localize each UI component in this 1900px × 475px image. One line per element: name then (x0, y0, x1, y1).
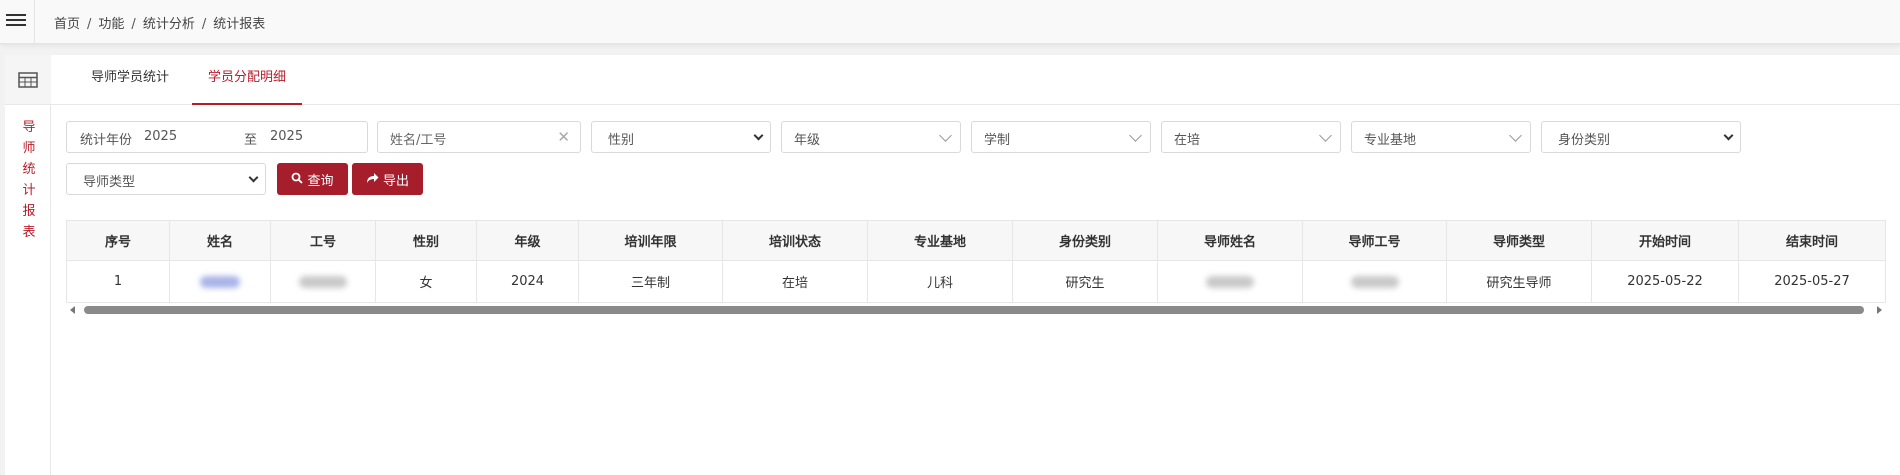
clear-icon[interactable]: ✕ (557, 128, 570, 146)
identity-select[interactable]: 身份类别 (1541, 121, 1741, 153)
year-range-separator: 至 (244, 133, 258, 148)
column-header[interactable]: 性别 (375, 220, 477, 261)
year-to-input[interactable]: 2025 (270, 129, 303, 144)
table-icon (18, 71, 38, 88)
cell-identity: 研究生 (1012, 260, 1158, 303)
redacted-name[interactable] (200, 275, 240, 288)
column-header[interactable]: 开始时间 (1591, 220, 1739, 261)
column-header[interactable]: 导师类型 (1446, 220, 1592, 261)
tab-bar: 导师学员统计 学员分配明细 (51, 55, 1900, 105)
cell-staff-id (270, 260, 376, 303)
menu-icon[interactable] (6, 11, 26, 31)
column-header[interactable]: 身份类别 (1012, 220, 1158, 261)
breadcrumb-function[interactable]: 功能 (98, 17, 124, 32)
export-button-label: 导出 (382, 173, 409, 189)
redacted-mentor-id (1350, 275, 1399, 288)
status-select-value: 在培 (1174, 133, 1201, 148)
allocation-table: 序号 姓名 工号 性别 年级 培训年限 培训状态 专业基地 身份类别 导师姓名 … (66, 220, 1886, 303)
chevron-down-icon (939, 129, 952, 142)
breadcrumb-statistics[interactable]: 统计分析 (143, 17, 195, 32)
cell-years: 三年制 (578, 260, 723, 303)
cell-mentor-id (1302, 260, 1447, 303)
column-header[interactable]: 结束时间 (1738, 220, 1886, 261)
cell-name[interactable] (169, 260, 271, 303)
column-header[interactable]: 导师工号 (1302, 220, 1447, 261)
breadcrumb: 首页 / 功能 / 统计分析 / 统计报表 (54, 13, 265, 32)
tab-student-allocation-detail[interactable]: 学员分配明细 (192, 55, 303, 105)
column-header[interactable]: 培训状态 (722, 220, 868, 261)
cell-gender: 女 (375, 260, 477, 303)
chevron-down-icon (1319, 129, 1332, 142)
column-header[interactable]: 工号 (270, 220, 376, 261)
gender-select[interactable]: 性别 (591, 121, 771, 153)
name-search-input[interactable]: 姓名/工号 (390, 129, 446, 148)
search-icon (291, 172, 304, 187)
side-panel: 导师统计报表 (5, 55, 51, 475)
mentor-type-select-value: 导师类型 (83, 175, 136, 190)
chevron-down-icon (1723, 130, 1734, 141)
gender-select-value: 性别 (608, 133, 635, 148)
redacted-staff-id (299, 275, 347, 288)
chevron-down-icon (1509, 129, 1522, 142)
column-header[interactable]: 培训年限 (578, 220, 723, 261)
share-icon (366, 172, 379, 187)
cell-mentor-type: 研究生导师 (1446, 260, 1592, 303)
year-from-input[interactable]: 2025 (144, 129, 177, 144)
identity-select-value: 身份类别 (1558, 133, 1611, 148)
query-button[interactable]: 查询 (277, 163, 348, 195)
grade-select-value: 年级 (794, 133, 821, 148)
scroll-thumb[interactable] (84, 306, 1864, 314)
top-header: 首页 / 功能 / 统计分析 / 统计报表 (0, 0, 1900, 44)
year-range-field[interactable]: 统计年份 2025 至 2025 (66, 121, 368, 153)
tab-mentor-student-stats[interactable]: 导师学员统计 (75, 55, 185, 105)
scroll-left-icon[interactable] (70, 306, 75, 314)
column-header[interactable]: 姓名 (169, 220, 271, 261)
program-select[interactable]: 学制 (971, 121, 1151, 153)
side-title[interactable]: 导师统计报表 (21, 117, 37, 243)
breadcrumb-separator: / (131, 17, 136, 32)
cell-index: 1 (66, 260, 170, 303)
breadcrumb-home[interactable]: 首页 (54, 17, 80, 32)
year-label: 统计年份 (80, 133, 133, 148)
grade-select[interactable]: 年级 (781, 121, 961, 153)
column-header[interactable]: 年级 (476, 220, 579, 261)
status-select[interactable]: 在培 (1161, 121, 1341, 153)
breadcrumb-separator: / (201, 17, 207, 32)
program-select-value: 学制 (984, 133, 1011, 148)
table-row[interactable]: 1 女 2024 三年制 在培 儿科 研究生 研究生导师 2025-05-22 … (66, 260, 1886, 303)
cell-grade: 2024 (476, 260, 579, 303)
mentor-type-select[interactable]: 导师类型 (66, 163, 266, 195)
column-header[interactable]: 序号 (66, 220, 170, 261)
header-divider (34, 0, 35, 44)
name-search-field[interactable]: 姓名/工号 ✕ (377, 121, 581, 153)
breadcrumb-current: 统计报表 (213, 17, 266, 32)
base-select-value: 专业基地 (1364, 133, 1417, 148)
horizontal-scrollbar[interactable] (66, 303, 1886, 317)
cell-mentor-name (1157, 260, 1303, 303)
chevron-down-icon (1129, 129, 1142, 142)
cell-end-time: 2025-05-27 (1738, 260, 1886, 303)
cell-start-time: 2025-05-22 (1591, 260, 1739, 303)
chevron-down-icon (248, 172, 259, 183)
column-header[interactable]: 导师姓名 (1157, 220, 1303, 261)
cell-status: 在培 (722, 260, 868, 303)
export-button[interactable]: 导出 (352, 163, 423, 195)
table-header-row: 序号 姓名 工号 性别 年级 培训年限 培训状态 专业基地 身份类别 导师姓名 … (66, 220, 1886, 261)
chevron-down-icon (753, 130, 764, 141)
side-icon-area[interactable] (5, 55, 51, 105)
redacted-mentor-name (1206, 275, 1254, 288)
column-header[interactable]: 专业基地 (867, 220, 1013, 261)
query-button-label: 查询 (307, 173, 334, 189)
breadcrumb-separator: / (87, 17, 92, 32)
cell-base: 儿科 (867, 260, 1013, 303)
base-select[interactable]: 专业基地 (1351, 121, 1531, 153)
scroll-right-icon[interactable] (1877, 306, 1882, 314)
